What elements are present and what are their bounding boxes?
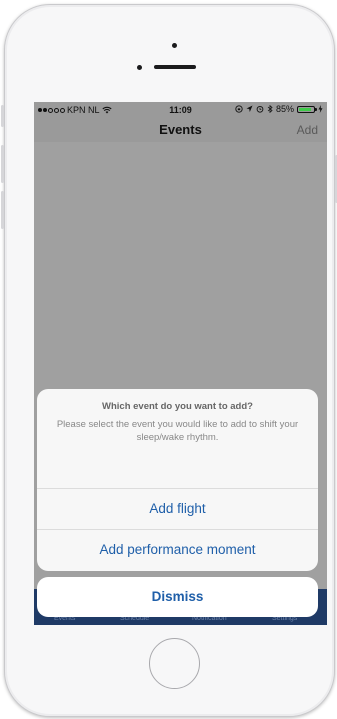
action-sheet-message: Please select the event you would like t…	[56, 419, 299, 443]
status-bar: KPN NL 11:09 85%	[34, 102, 327, 118]
volume-up-button	[1, 145, 4, 183]
divider	[37, 529, 318, 530]
alarm-icon	[256, 105, 264, 113]
battery-percent: 85%	[275, 104, 294, 114]
bluetooth-icon	[267, 105, 273, 113]
battery-icon	[297, 105, 317, 113]
battery-level-fill	[299, 107, 311, 111]
phone-frame: KPN NL 11:09 85% Events Add Events Sched…	[1, 4, 337, 717]
add-performance-moment-button[interactable]: Add performance moment	[37, 531, 318, 569]
charging-icon	[318, 105, 323, 113]
page-title: Events	[159, 122, 202, 137]
navigation-bar: Events Add	[34, 118, 327, 142]
proximity-sensor	[172, 43, 177, 48]
earpiece-speaker	[154, 65, 196, 69]
location-icon	[246, 105, 253, 112]
divider	[37, 488, 318, 489]
status-right: 85%	[235, 104, 323, 114]
dismiss-button[interactable]: Dismiss	[37, 577, 318, 617]
lock-rotation-icon	[235, 105, 243, 113]
add-flight-button[interactable]: Add flight	[37, 490, 318, 528]
silent-switch	[1, 105, 4, 127]
phone-screen: KPN NL 11:09 85% Events Add Events Sched…	[34, 102, 327, 625]
home-button[interactable]	[149, 638, 200, 689]
action-sheet-title: Which event do you want to add?	[102, 401, 253, 412]
volume-down-button	[1, 191, 4, 229]
add-button[interactable]: Add	[297, 123, 318, 137]
front-camera	[137, 65, 142, 70]
action-sheet: Which event do you want to add? Please s…	[37, 389, 318, 571]
